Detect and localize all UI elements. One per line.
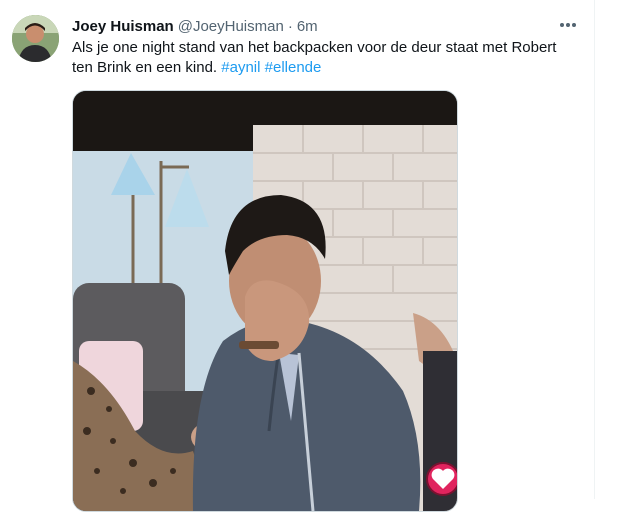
column-divider [594, 0, 595, 499]
tweet-media[interactable] [72, 90, 458, 512]
more-options-icon[interactable] [554, 13, 582, 37]
tweet-timestamp[interactable]: 6m [297, 18, 318, 35]
tweet[interactable]: Joey Huisman @JoeyHuisman · 6m Als je on… [0, 0, 594, 512]
author-handle[interactable]: @JoeyHuisman [178, 18, 284, 35]
header-separator: · [287, 17, 293, 35]
tweet-header: Joey Huisman @JoeyHuisman · 6m [72, 16, 318, 36]
author-display-name[interactable]: Joey Huisman [72, 18, 174, 35]
hashtag-aynil[interactable]: #aynil [221, 59, 260, 76]
avatar[interactable] [12, 15, 59, 62]
hashtag-ellende[interactable]: #ellende [265, 59, 322, 76]
heart-icon [426, 462, 457, 496]
tweet-text: Als je one night stand van het backpacke… [72, 38, 572, 78]
